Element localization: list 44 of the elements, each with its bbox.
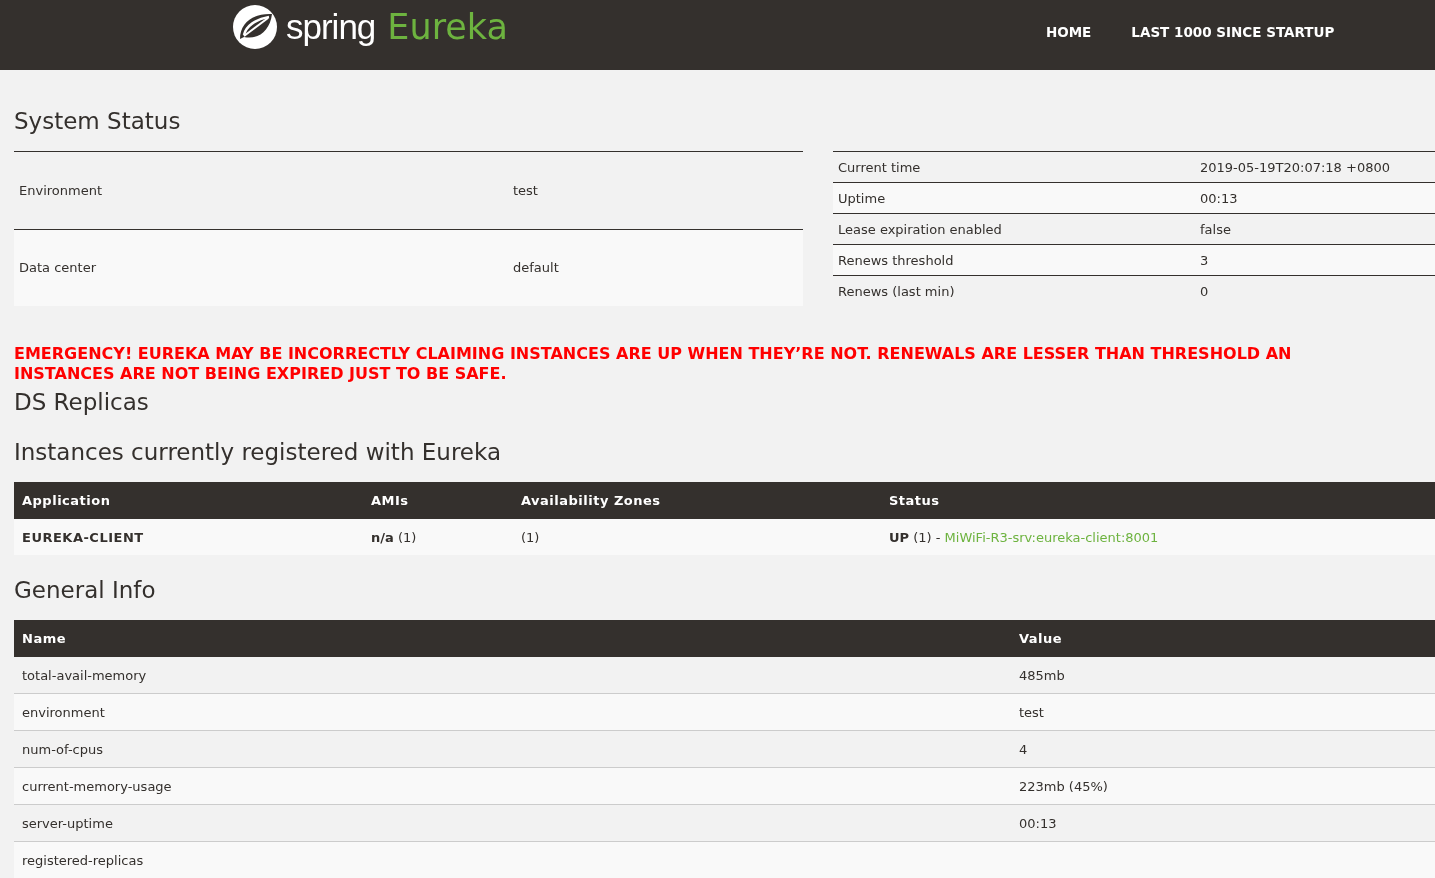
section-heading: System Status xyxy=(14,108,182,134)
section-heading: Instances currently registered with Eureka xyxy=(14,439,502,465)
table-cell: n/a (1) xyxy=(363,519,513,555)
nav-link[interactable]: HOME xyxy=(1045,24,1092,40)
column-header: Value xyxy=(1011,620,1435,657)
table-cell: Data center xyxy=(14,229,508,306)
table-cell: test xyxy=(508,151,803,230)
table-cell: num-of-cpus xyxy=(14,730,1011,768)
table-cell: 485mb xyxy=(1011,657,1435,694)
table-cell: Uptime xyxy=(833,182,1195,214)
emergency-warning: EMERGENCY! EUREKA MAY BE INCORRECTLY CLAIMING INSTANCES ARE UP WHEN THEY’RE NOT. RENEWALS ARE LESSER THAN THRESHOLD AN xyxy=(14,344,1292,363)
table-cell: Environment xyxy=(14,151,508,230)
table-cell: registered-replicas xyxy=(14,841,1011,878)
column-header: Name xyxy=(14,620,1011,657)
table-cell: false xyxy=(1195,213,1435,245)
column-header: AMIs xyxy=(363,482,513,519)
table-cell: 4 xyxy=(1011,730,1435,768)
product-name: Eureka xyxy=(387,7,508,47)
column-header: Status xyxy=(881,482,1435,519)
table-cell: current-memory-usage xyxy=(14,767,1011,805)
table-cell: 2019-05-19T20:07:18 +0800 xyxy=(1195,151,1435,183)
table-cell: EUREKA-CLIENT xyxy=(14,519,363,555)
column-header: Application xyxy=(14,482,363,519)
table-cell: Renews threshold xyxy=(833,244,1195,276)
table-cell: 223mb (45%) xyxy=(1011,767,1435,805)
table-cell: environment xyxy=(14,693,1011,731)
column-header: Availability Zones xyxy=(513,482,881,519)
table-cell: 3 xyxy=(1195,244,1435,276)
table-cell: Current time xyxy=(833,151,1195,183)
table-cell: (1) xyxy=(513,519,881,555)
section-heading: DS Replicas xyxy=(14,389,150,415)
brand-name: spring xyxy=(286,7,376,47)
table-cell: 00:13 xyxy=(1195,182,1435,214)
table-cell: test xyxy=(1011,693,1435,731)
status-text: UP (1) - xyxy=(889,529,941,545)
leaf-logo-icon xyxy=(232,4,278,50)
table-cell: 00:13 xyxy=(1011,804,1435,842)
table-cell: total-avail-memory xyxy=(14,657,1011,694)
emergency-warning: INSTANCES ARE NOT BEING EXPIRED JUST TO BE SAFE. xyxy=(14,364,507,383)
table-cell: server-uptime xyxy=(14,804,1011,842)
nav-link[interactable]: LAST 1000 SINCE STARTUP xyxy=(1131,24,1335,40)
table-cell: default xyxy=(508,229,803,306)
section-heading: General Info xyxy=(14,577,157,603)
table-cell: Lease expiration enabled xyxy=(833,213,1195,245)
